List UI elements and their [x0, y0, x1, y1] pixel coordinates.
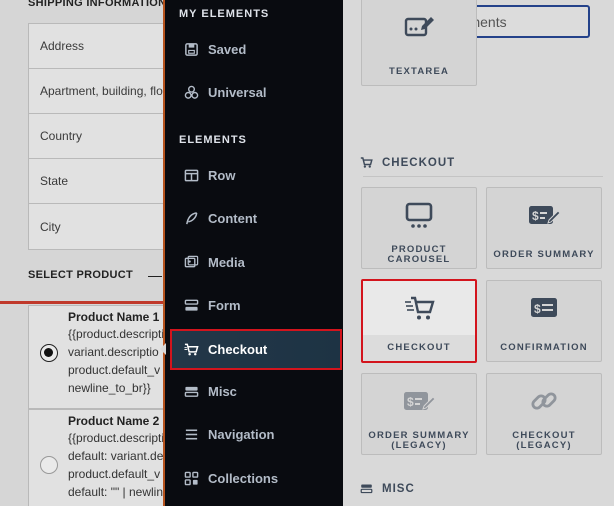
sidebar-item-label: Universal — [208, 84, 267, 100]
svg-text:$: $ — [534, 302, 541, 316]
section-divider — [363, 176, 603, 177]
element-card-confirmation[interactable]: $ CONFIRMATION — [486, 280, 602, 362]
sidebar-item-misc[interactable]: Misc — [165, 371, 343, 411]
textarea-icon — [404, 17, 434, 37]
element-card-textarea[interactable]: TEXTAREA — [361, 0, 477, 86]
card-label: TEXTAREA — [388, 66, 450, 77]
section-label: CHECKOUT — [382, 156, 456, 169]
element-card-order-summary[interactable]: $ ORDER SUMMARY — [486, 187, 602, 269]
sidebar-item-checkout[interactable]: Checkout — [170, 329, 342, 370]
sidebar-item-label: Misc — [208, 383, 237, 399]
element-card-checkout-legacy[interactable]: CHECKOUT (LEGACY) — [486, 373, 602, 455]
universal-icon — [182, 83, 200, 101]
confirmation-icon: $ — [531, 298, 557, 317]
card-label: CHECKOUT — [363, 335, 475, 361]
card-label: CHECKOUT (LEGACY) — [512, 430, 576, 451]
active-pointer — [160, 343, 166, 355]
svg-text:$: $ — [532, 209, 539, 223]
row-icon — [182, 166, 200, 184]
element-card-product-carousel[interactable]: PRODUCT CAROUSEL — [361, 187, 477, 269]
sidebar-item-label: Collections — [208, 470, 279, 486]
sidebar-item-label: Content — [208, 210, 258, 226]
city-field[interactable]: City — [29, 204, 177, 249]
card-label: ORDER SUMMARY — [493, 249, 595, 260]
product-2-name: Product Name 2 — [68, 414, 160, 428]
sidebar-item-universal[interactable]: Universal — [165, 72, 343, 112]
checkout-form-preview: SHIPPING INFORMATION Address Apartment, … — [0, 0, 178, 506]
feather-icon — [182, 209, 200, 227]
product-1-description: {{product.descripti variant.descriptio p… — [68, 327, 165, 395]
sidebar-item-navigation[interactable]: Navigation — [165, 414, 343, 454]
link-icon — [531, 392, 557, 410]
product-2-description: {{product.descripti default: variant.de … — [68, 431, 165, 499]
sidebar-item-label: Form — [208, 297, 241, 313]
product-1-name: Product Name 1 — [68, 310, 160, 324]
order-summary-legacy-icon: $ — [404, 392, 436, 410]
sidebar-item-label: Saved — [208, 41, 247, 57]
media-icon — [182, 253, 200, 271]
sidebar-item-label: Checkout — [208, 342, 268, 357]
collections-icon — [182, 469, 200, 487]
card-label: CONFIRMATION — [500, 342, 588, 353]
checkout-section-title: CHECKOUT — [360, 156, 455, 169]
address-field[interactable]: Address — [29, 24, 177, 69]
sidebar-item-label: Navigation — [208, 426, 275, 442]
state-field[interactable]: State — [29, 159, 177, 204]
cart-icon — [360, 157, 373, 168]
product-option-1[interactable]: Product Name 1 {{product.descripti varia… — [28, 305, 178, 409]
form-icon — [182, 296, 200, 314]
checkout-cart-icon — [405, 296, 435, 320]
card-label: ORDER SUMMARY (LEGACY) — [368, 430, 470, 451]
my-elements-heading: MY ELEMENTS — [179, 8, 270, 20]
menu-icon — [182, 425, 200, 443]
sidebar-item-saved[interactable]: Saved — [165, 29, 343, 69]
elements-heading: ELEMENTS — [179, 134, 247, 146]
save-icon — [182, 40, 200, 58]
shipping-fields: Address Apartment, building, flo Country… — [28, 23, 178, 250]
select-product-heading: SELECT PRODUCT — [28, 269, 134, 281]
misc-icon — [360, 484, 373, 494]
apartment-field[interactable]: Apartment, building, flo — [29, 69, 177, 114]
shipping-information-heading: SHIPPING INFORMATION — [28, 0, 167, 9]
elements-sidebar: MY ELEMENTS Saved Universal ELEMENTS Row… — [163, 0, 343, 506]
sidebar-item-content[interactable]: Content — [165, 198, 343, 238]
element-card-order-summary-legacy[interactable]: $ ORDER SUMMARY (LEGACY) — [361, 373, 477, 455]
cart-icon — [182, 341, 200, 359]
heading-divider — [148, 276, 162, 277]
elements-panel: TEXTAREA CHECKOUT PRODUCT CAROUSEL $ ORD… — [343, 0, 614, 506]
sidebar-item-form[interactable]: Form — [165, 285, 343, 325]
sidebar-item-collections[interactable]: Collections — [165, 458, 343, 498]
section-label: MISC — [382, 482, 415, 495]
card-label: PRODUCT CAROUSEL — [387, 244, 451, 265]
sidebar-item-label: Row — [208, 167, 236, 183]
sidebar-item-label: Media — [208, 254, 245, 270]
drop-indicator-line — [0, 301, 166, 304]
sidebar-item-row[interactable]: Row — [165, 155, 343, 195]
product-1-radio[interactable] — [40, 344, 58, 362]
misc-section-title: MISC — [360, 482, 415, 495]
product-2-radio[interactable] — [40, 456, 58, 474]
product-option-2[interactable]: Product Name 2 {{product.descripti defau… — [28, 409, 178, 506]
carousel-icon — [405, 202, 433, 228]
svg-text:$: $ — [407, 395, 414, 409]
sidebar-item-media[interactable]: Media — [165, 242, 343, 282]
order-summary-icon: $ — [529, 206, 561, 224]
country-field[interactable]: Country — [29, 114, 177, 159]
misc-icon — [182, 382, 200, 400]
element-card-checkout[interactable]: CHECKOUT — [361, 279, 477, 363]
